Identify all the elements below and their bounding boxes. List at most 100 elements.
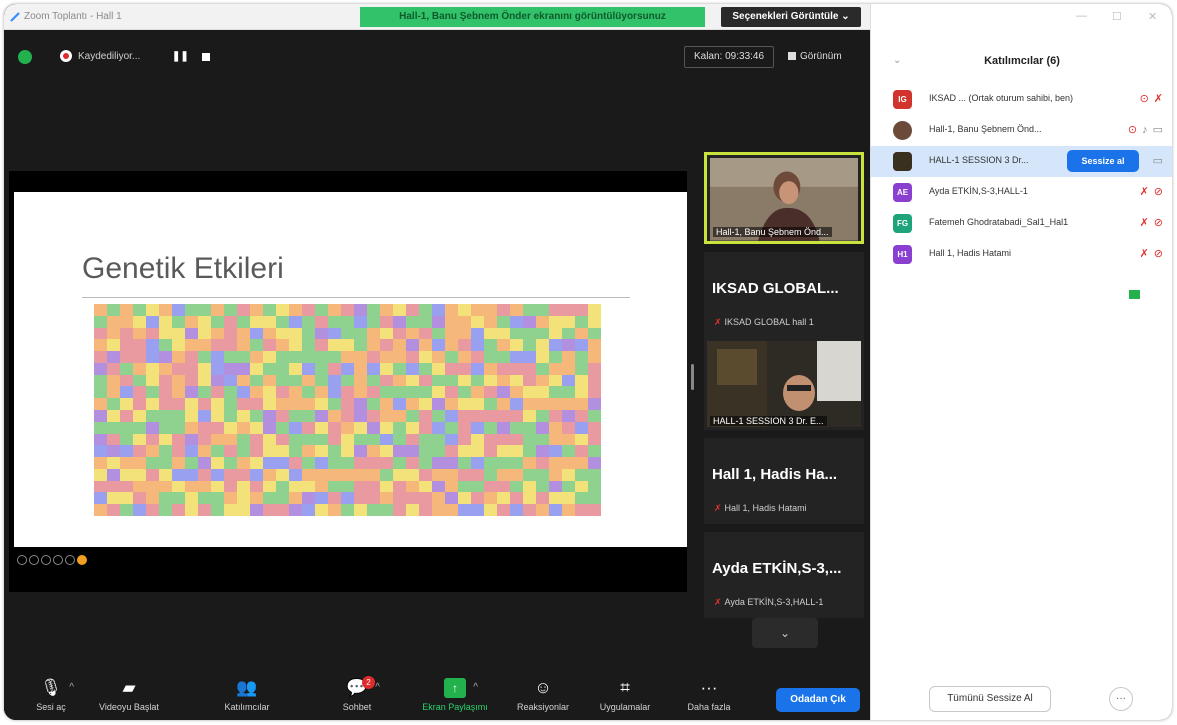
nucleotide-cell [575,327,588,340]
leave-button[interactable]: Odadan Çık [776,688,860,712]
nucleotide-cell [445,468,458,481]
caret-icon[interactable]: ^ [69,682,74,693]
nucleotide-cell [198,468,211,481]
video-tile-ayda[interactable]: Ayda ETKİN,S-3,... ✗ Ayda ETKİN,S-3,HALL-… [704,532,864,618]
share-screen-button[interactable]: ↑ ^ Ekran Paylaşımı [420,668,490,720]
nucleotide-cell [393,421,406,434]
nucleotide-cell [146,374,159,387]
nucleotide-cell [172,457,185,469]
pause-recording-icon[interactable]: ❚❚ [172,50,189,64]
nucleotide-cell [224,421,237,434]
nucleotide-cell [432,457,445,469]
apps-icon: ⌗ [620,678,630,697]
view-button[interactable]: Görünüm [788,46,860,68]
nucleotide-cell [367,398,380,410]
video-off-icon: ▰ [122,678,136,697]
nucleotide-cell [341,398,354,410]
unmute-button[interactable]: 🎙 ^ Sesi aç [16,668,86,720]
nucleotide-cell [588,433,601,446]
camera-icon[interactable] [53,555,63,565]
split-drag-handle[interactable] [691,364,694,390]
nucleotide-cell [393,362,406,375]
mute-all-button[interactable]: Tümünü Sessize Al [929,686,1051,712]
nucleotide-cell [367,304,380,316]
nucleotide-cell [250,409,263,422]
participant-row[interactable]: AE Ayda ETKİN,S-3,HALL-1 ✗ ⊘ [871,177,1172,208]
nucleotide-cell [432,327,445,340]
participant-row[interactable]: HALL-1 SESSION 3 Dr... Sessize al ▭ [871,146,1172,177]
nucleotide-cell [237,362,250,375]
participant-row[interactable]: FG Fatemeh Ghodratabadi_Sal1_Hal1 ✗ ⊘ [871,208,1172,239]
nucleotide-cell [120,351,133,363]
more-options-button[interactable]: ··· [1109,687,1133,711]
nucleotide-cell [432,445,445,458]
nucleotide-cell [354,468,367,481]
participant-status: ⊙ ✗ [1136,92,1163,105]
nucleotide-cell [159,492,172,505]
nucleotide-cell [458,351,471,363]
participants-button[interactable]: 👥 Katılımcılar [212,668,282,720]
nucleotide-cell [419,445,432,458]
nucleotide-cell [185,480,198,493]
video-tile-hadis[interactable]: Hall 1, Hadis Ha... ✗ Hall 1, Hadis Hatam… [704,438,864,524]
video-tile-iksad[interactable]: IKSAD GLOBAL... ✗ IKSAD GLOBAL hall 1 [704,252,864,338]
screen-icon[interactable] [41,555,51,565]
chevron-down-icon[interactable]: ⌄ [752,618,818,648]
nucleotide-cell [458,327,471,340]
start-video-button[interactable]: ▰ Videoyu Başlat [94,668,164,720]
stop-recording-icon[interactable] [199,50,213,64]
minimize-icon[interactable]: — [1076,10,1087,22]
nucleotide-cell [419,492,432,505]
annotation-tools[interactable] [17,552,127,566]
nucleotide-cell [471,480,484,493]
nucleotide-cell [172,327,185,340]
nucleotide-cell [380,304,393,316]
video-tile-hall1-session3[interactable]: HALL-1 SESSION 3 Dr. E... [704,338,864,430]
nucleotide-cell [536,327,549,340]
nucleotide-cell [328,433,341,446]
nucleotide-cell [315,457,328,469]
pen-icon[interactable] [29,555,39,565]
reactions-button[interactable]: ☺ Reaksiyonlar [508,668,578,720]
mute-participant-button[interactable]: Sessize al [1067,150,1139,172]
nucleotide-cell [510,445,523,458]
nucleotide-cell [211,362,224,375]
nucleotide-cell [146,457,159,469]
security-shield-icon[interactable] [18,50,32,64]
participant-row[interactable]: H1 Hall 1, Hadis Hatami ✗ ⊘ [871,239,1172,270]
nucleotide-cell [406,339,419,352]
nucleotide-cell [172,351,185,363]
nucleotide-cell [523,457,536,469]
participant-row[interactable]: IG IKSAD ... (Ortak oturum sahibi, ben) … [871,84,1172,115]
nucleotide-cell [146,304,159,316]
annotate-icon[interactable] [17,555,27,565]
nucleotide-cell [224,374,237,387]
nucleotide-cell [159,504,172,516]
shared-screen[interactable]: Genetik Etkileri [9,171,687,592]
nucleotide-cell [419,374,432,387]
close-icon[interactable]: ✕ [1148,10,1157,23]
color-icon[interactable] [77,555,87,565]
nucleotide-cell [263,433,276,446]
view-options-button[interactable]: Seçenekleri Görüntüle ⌄ [721,7,861,27]
nucleotide-cell [159,362,172,375]
nucleotide-cell [120,362,133,375]
caret-icon[interactable]: ^ [473,682,478,693]
nucleotide-cell [94,504,107,516]
nucleotide-cell [536,457,549,469]
video-tile-active-speaker[interactable]: Hall-1, Banu Şebnem Önd... [704,152,864,244]
more-button[interactable]: ··· Daha fazla [674,668,744,720]
nucleotide-cell [471,492,484,505]
nucleotide-cell [419,504,432,516]
mic-muted-icon: ✗ [714,317,722,327]
nucleotide-cell [484,433,497,446]
nucleotide-cell [289,351,302,363]
clear-icon[interactable] [65,555,75,565]
maximize-icon[interactable]: ☐ [1112,10,1122,23]
participant-row[interactable]: Hall-1, Banu Şebnem Önd... ⊙ ♪ ▭ [871,115,1172,299]
apps-button[interactable]: ⌗ Uygulamalar [590,668,660,720]
nucleotide-cell [380,457,393,469]
collapse-chevron-icon[interactable]: ⌄ [893,48,901,74]
caret-icon[interactable]: ^ [375,682,380,693]
chat-button[interactable]: 💬 2 ^ Sohbet [322,668,392,720]
